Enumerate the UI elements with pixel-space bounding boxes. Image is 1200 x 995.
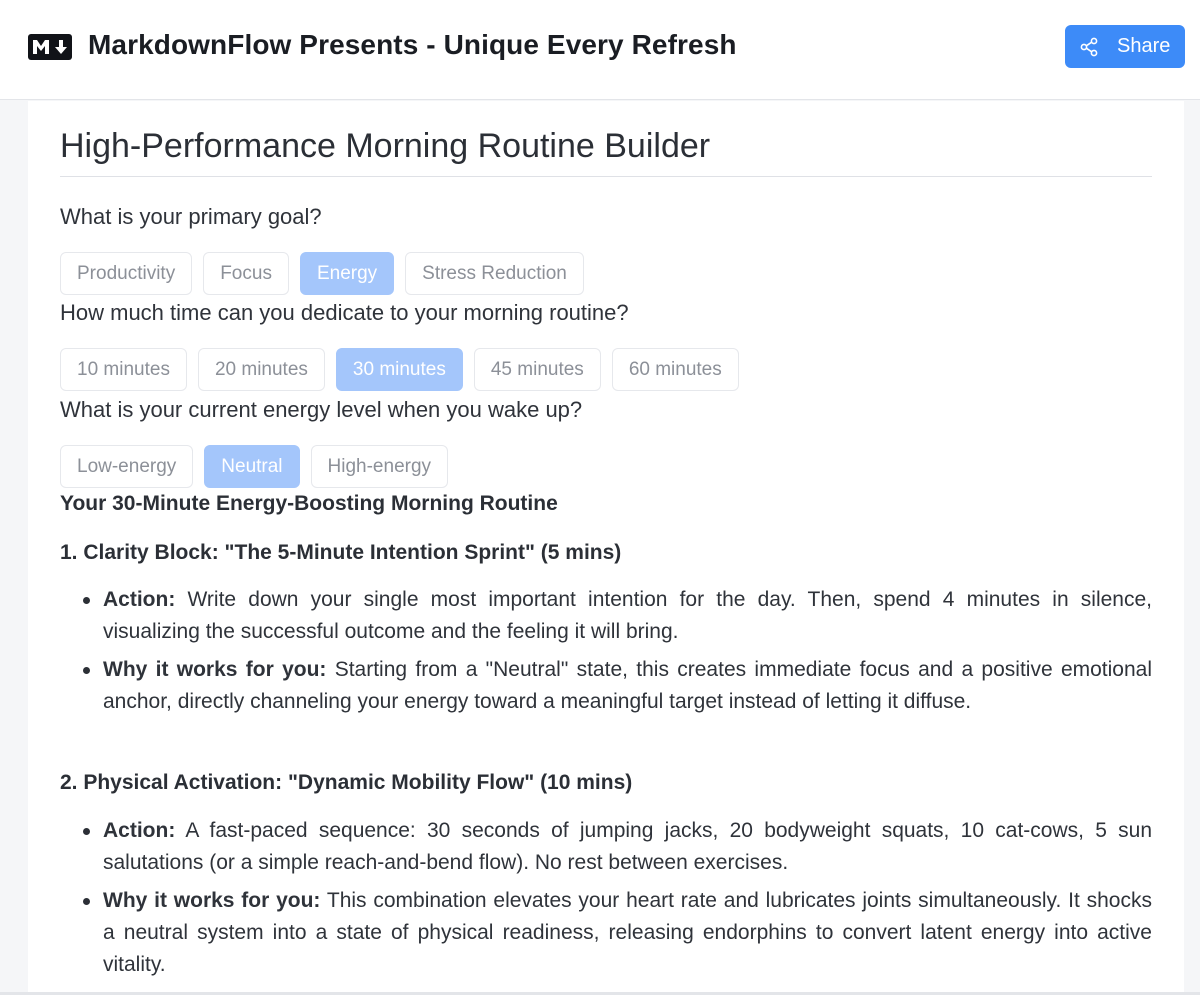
bullet-label: Why it works for you: (103, 658, 327, 681)
option-20-minutes[interactable]: 20 minutes (197, 348, 325, 391)
question-energy-level: What is your current energy level when y… (60, 397, 583, 422)
option-stress-reduction[interactable]: Stress Reduction (405, 252, 584, 295)
question-time: How much time can you dedicate to your m… (60, 300, 629, 325)
title-divider (60, 176, 1152, 177)
question-goal: What is your primary goal? (60, 204, 322, 229)
list-item: Action: Write down your single most impo… (60, 584, 1152, 648)
section-list-clarity: Action: Write down your single most impo… (60, 584, 1152, 718)
page-title: High-Performance Morning Routine Builder (60, 127, 711, 165)
option-neutral[interactable]: Neutral (204, 445, 300, 488)
option-45-minutes[interactable]: 45 minutes (473, 348, 601, 391)
list-item: Action: A fast-paced sequence: 30 second… (60, 815, 1152, 879)
option-30-minutes[interactable]: 30 minutes (335, 348, 463, 391)
document-panel: High-Performance Morning Routine Builder… (28, 101, 1184, 992)
section-list-physical: Action: A fast-paced sequence: 30 second… (60, 815, 1152, 981)
share-button[interactable]: Share (1065, 25, 1185, 68)
option-high-energy[interactable]: High-energy (310, 445, 449, 488)
share-label: Share (1117, 35, 1171, 57)
bullet-text: Write down your single most important in… (103, 588, 1152, 643)
option-productivity[interactable]: Productivity (60, 252, 193, 295)
bullet-label: Action: (103, 819, 176, 842)
bullet-label: Why it works for you: (103, 889, 321, 912)
app-title: MarkdownFlow Presents - Unique Every Ref… (88, 29, 737, 60)
option-low-energy[interactable]: Low-energy (60, 445, 194, 488)
section-heading-physical: 2. Physical Activation: "Dynamic Mobilit… (60, 771, 633, 794)
option-60-minutes[interactable]: 60 minutes (611, 348, 739, 391)
option-energy[interactable]: Energy (299, 252, 395, 295)
option-10-minutes[interactable]: 10 minutes (60, 348, 187, 391)
list-item: Why it works for you: Starting from a "N… (60, 654, 1152, 718)
share-icon (1080, 37, 1098, 56)
section-heading-clarity: 1. Clarity Block: "The 5-Minute Intentio… (60, 541, 622, 564)
bullet-text: A fast-paced sequence: 30 seconds of jum… (103, 819, 1152, 874)
top-bar: MarkdownFlow Presents - Unique Every Ref… (0, 0, 1200, 100)
routine-heading: Your 30-Minute Energy-Boosting Morning R… (60, 492, 558, 515)
options-energy-level: Low-energy Neutral High-energy (60, 445, 459, 488)
options-time: 10 minutes 20 minutes 30 minutes 45 minu… (60, 348, 750, 391)
options-goal: Productivity Focus Energy Stress Reducti… (60, 252, 595, 295)
list-item: Why it works for you: This combination e… (60, 885, 1152, 981)
option-focus[interactable]: Focus (203, 252, 289, 295)
bullet-label: Action: (103, 588, 176, 611)
markdown-logo-icon (28, 34, 72, 60)
